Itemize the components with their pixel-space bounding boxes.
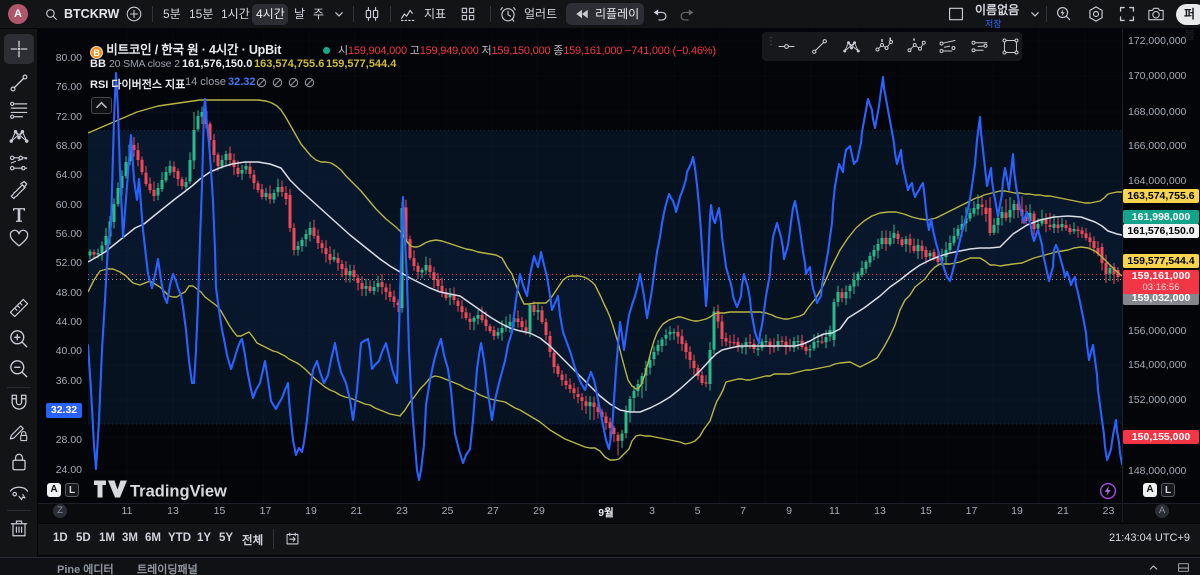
svg-text:TradingView: TradingView — [130, 483, 227, 501]
